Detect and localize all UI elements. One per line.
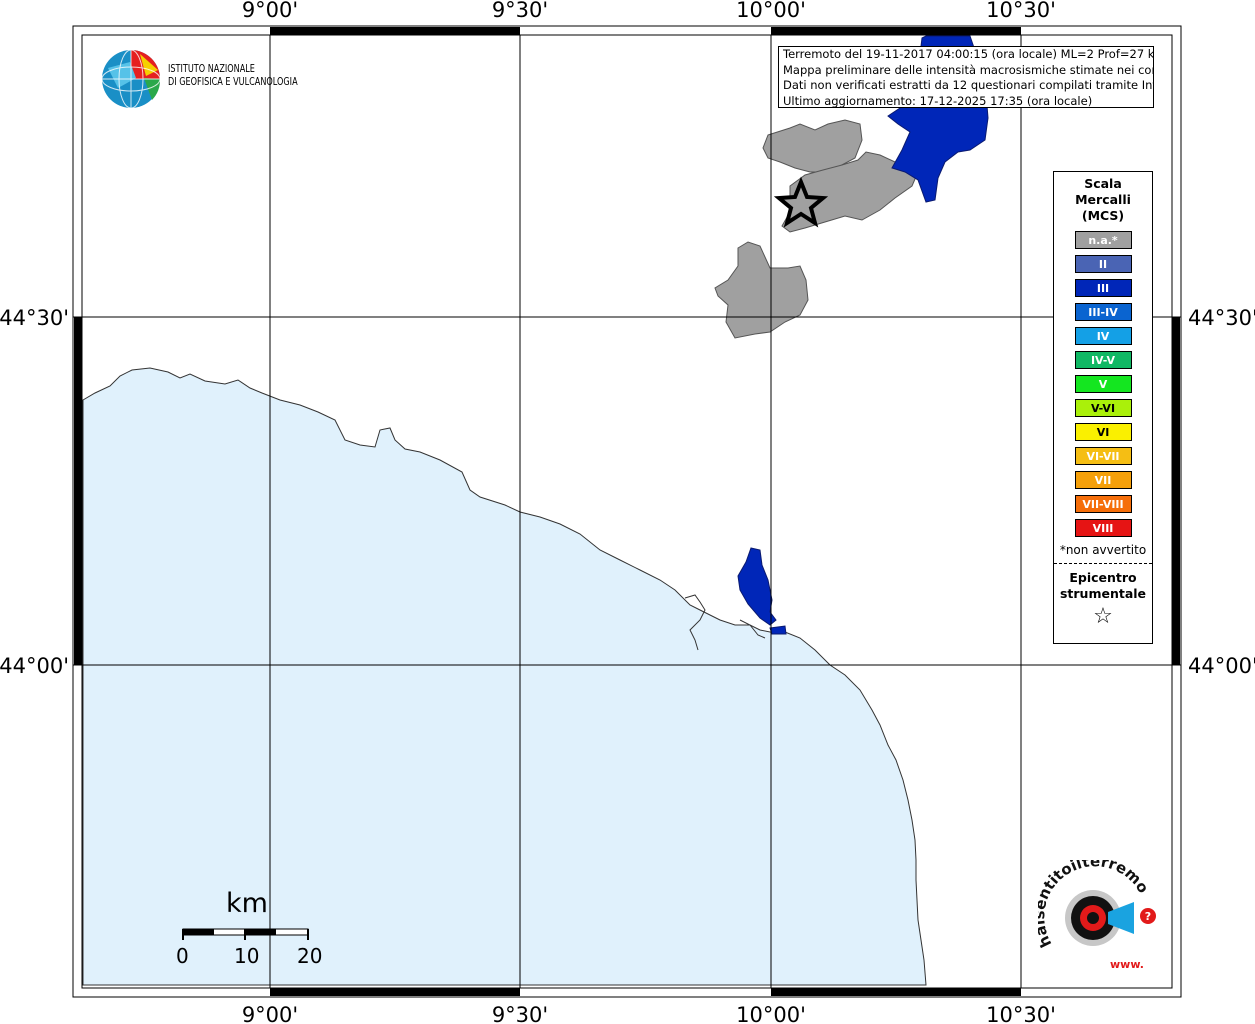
scale-label-10: 10 <box>234 944 260 968</box>
legend-item: IV <box>1074 327 1132 345</box>
info-line-2: Mappa preliminare delle intensità macros… <box>783 62 1154 77</box>
lon-label-bottom-3: 10°00' <box>736 1003 806 1024</box>
logo-line-1: ISTITUTO NAZIONALE <box>168 62 255 75</box>
legend-note: *non avvertito <box>1059 543 1147 557</box>
legend-item: VI-VII <box>1074 447 1132 465</box>
legend-item: VII <box>1074 471 1132 489</box>
ingv-logo: ISTITUTO NAZIONALE DI GEOFISICA E VULCAN… <box>100 48 320 110</box>
legend-epicenter-line-1: Epicentro <box>1069 570 1137 585</box>
info-line-4: Ultimo aggiornamento: 17-12-2025 17:35 (… <box>783 93 1093 108</box>
lat-label-right-1: 44°30' <box>1188 306 1255 330</box>
globe-icon <box>101 49 161 109</box>
not-felt-municipalities <box>714 119 919 339</box>
municipality-na-3 <box>714 241 809 339</box>
legend-item: IV-V <box>1074 351 1132 369</box>
lon-label-top-4: 10°30' <box>986 0 1056 22</box>
legend-item: II <box>1074 255 1132 273</box>
site-badge: ? haisentitoilterremoto.it www. <box>1030 846 1163 975</box>
scale-bar: km 0 10 20 <box>170 888 340 968</box>
scale-label-0: 0 <box>176 944 189 968</box>
legend-item: III-IV <box>1074 303 1132 321</box>
legend-title: Scala Mercalli (MCS) <box>1054 176 1152 224</box>
svg-text:?: ? <box>1145 910 1151 923</box>
star-icon: ☆ <box>1093 604 1113 629</box>
target-icon: ? haisentitoilterremoto.it www. <box>1030 846 1156 971</box>
legend-item: VIII <box>1074 519 1132 537</box>
legend-title-line-1: Scala <box>1084 176 1122 191</box>
scale-unit: km <box>226 888 268 919</box>
legend-item: VI <box>1074 423 1132 441</box>
lon-label-bottom-1: 9°00' <box>242 1003 298 1024</box>
legend-title-line-2: Mercalli <box>1075 192 1131 207</box>
legend-item: V-VI <box>1074 399 1132 417</box>
logo-line-2: DI GEOFISICA E VULCANOLOGIA <box>168 75 298 88</box>
intensity-III-municipalities <box>737 35 989 635</box>
municipality-III-3 <box>769 625 787 635</box>
legend-item: V <box>1074 375 1132 393</box>
mcs-legend: Scala Mercalli (MCS) n.a.* II III III-IV IV I… <box>1053 171 1153 644</box>
legend-epicenter-label: Epicentro strumentale <box>1054 570 1152 602</box>
lat-label-right-2: 44°00' <box>1188 654 1255 678</box>
lon-label-bottom-2: 9°30' <box>492 1003 548 1024</box>
scale-label-20: 20 <box>297 944 323 968</box>
legend-items: n.a.* II III III-IV IV IV-V V V-VI VI VI-VII VII VI… <box>1054 231 1152 537</box>
event-info-box: Terremoto del 19-11-2017 04:00:15 (ora l… <box>778 46 1154 108</box>
badge-url: www. <box>1110 958 1144 971</box>
legend-item: VII-VIII <box>1074 495 1132 513</box>
lat-label-left-2: 44°00' <box>0 654 69 678</box>
info-line-1: Terremoto del 19-11-2017 04:00:15 (ora l… <box>783 47 1154 61</box>
lon-label-top-3: 10°00' <box>736 0 806 22</box>
lon-label-top-2: 9°30' <box>492 0 548 22</box>
municipality-III-2 <box>737 547 777 626</box>
lon-label-top-1: 9°00' <box>242 0 298 22</box>
lon-label-bottom-4: 10°30' <box>986 1003 1056 1024</box>
info-line-3: Dati non verificati estratti da 12 quest… <box>783 78 1154 92</box>
legend-item: III <box>1074 279 1132 297</box>
legend-item: n.a.* <box>1074 231 1132 249</box>
legend-title-line-3: (MCS) <box>1081 208 1125 223</box>
lat-label-left-1: 44°30' <box>0 306 69 330</box>
legend-separator <box>1054 563 1152 564</box>
legend-epicenter-line-2: strumentale <box>1059 586 1147 601</box>
